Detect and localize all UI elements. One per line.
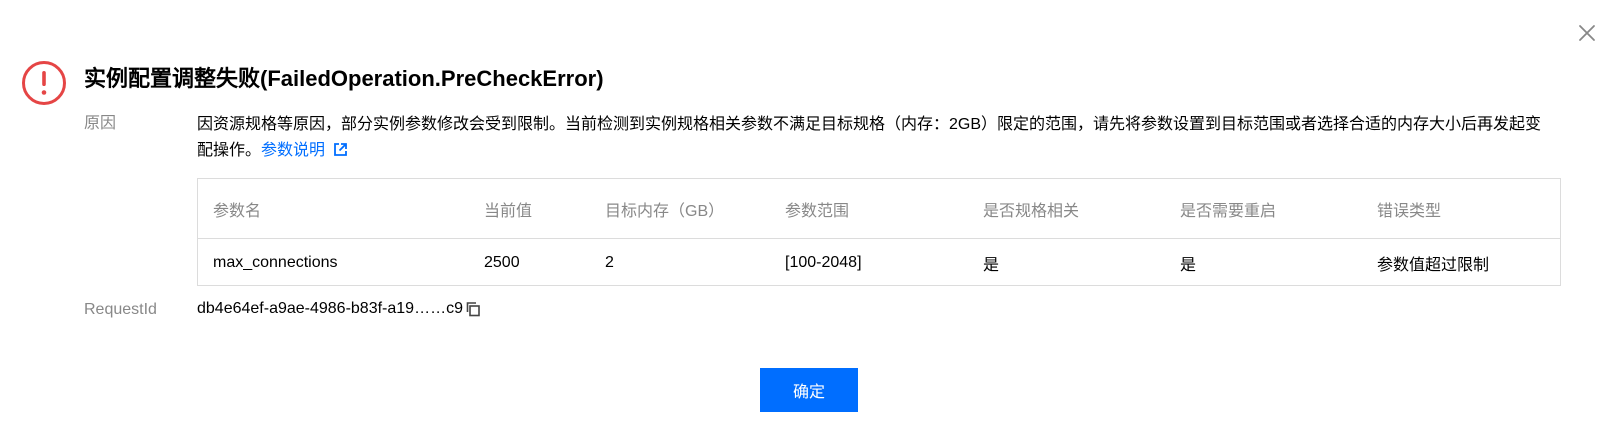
header-param-range: 参数范围 — [785, 202, 850, 220]
request-id-value: db4e64ef-a9ae-4986-b83f-a19……c9 — [197, 300, 463, 317]
error-dialog: 实例配置调整失败(FailedOperation.PreCheckError) … — [0, 0, 1617, 430]
header-target-memory: 目标内存（GB） — [605, 202, 725, 220]
cell-param-name: max_connections — [213, 253, 338, 271]
cell-param-range: [100-2048] — [785, 253, 862, 271]
cell-spec-related: 是 — [983, 256, 1000, 274]
close-button[interactable] — [1572, 18, 1602, 48]
header-spec-related: 是否规格相关 — [983, 202, 1080, 220]
table-row: max_connections 2500 2 [100-2048] 是 是 参数… — [198, 239, 1560, 286]
cell-need-restart: 是 — [1180, 256, 1197, 274]
cell-current-value: 2500 — [484, 253, 520, 271]
close-icon — [1579, 25, 1595, 41]
header-error-type: 错误类型 — [1377, 202, 1442, 220]
error-circle-icon — [20, 59, 68, 107]
confirm-button[interactable]: 确定 — [760, 368, 858, 412]
header-need-restart: 是否需要重启 — [1180, 202, 1277, 220]
reason-text: 因资源规格等原因，部分实例参数修改会受到限制。当前检测到实例规格相关参数不满足目… — [197, 112, 1557, 164]
cell-target-memory: 2 — [605, 253, 614, 271]
header-param-name: 参数名 — [213, 202, 262, 220]
external-link-icon — [333, 142, 348, 157]
request-id-label: RequestId — [84, 301, 157, 318]
header-current-value: 当前值 — [484, 202, 533, 220]
param-doc-link[interactable]: 参数说明 — [261, 142, 348, 159]
table-header-row: 参数名 当前值 目标内存（GB） 参数范围 是否规格相关 是否需要重启 错误类型 — [198, 179, 1560, 239]
reason-label: 原因 — [84, 115, 117, 132]
param-doc-link-label: 参数说明 — [261, 142, 326, 159]
copy-icon[interactable] — [465, 301, 481, 317]
request-id: db4e64ef-a9ae-4986-b83f-a19……c9 — [197, 298, 481, 320]
reason-message: 因资源规格等原因，部分实例参数修改会受到限制。当前检测到实例规格相关参数不满足目… — [197, 116, 1542, 159]
param-table: 参数名 当前值 目标内存（GB） 参数范围 是否规格相关 是否需要重启 错误类型… — [197, 178, 1561, 286]
dialog-title: 实例配置调整失败(FailedOperation.PreCheckError) — [84, 66, 604, 91]
cell-error-type: 参数值超过限制 — [1377, 256, 1490, 274]
